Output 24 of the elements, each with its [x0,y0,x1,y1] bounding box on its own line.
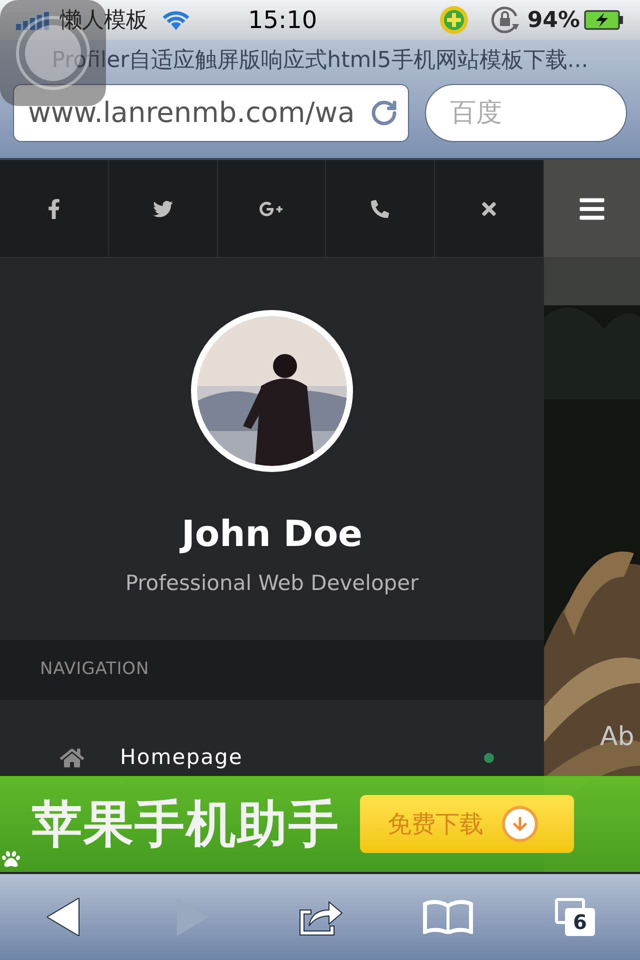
profile-role: Professional Web Developer [125,570,419,597]
rotation-lock-icon [489,4,522,36]
navigation-heading: NAVIGATION [40,658,150,682]
profile-name: John Doe [182,513,362,557]
phone-icon [371,200,390,218]
home-icon [60,746,84,770]
reload-icon[interactable] [370,99,398,127]
battery-icon [584,10,624,30]
ad-title: 苹果手机助手 [32,794,340,854]
signal-icon [16,10,52,30]
tab-count: 6 [565,908,595,936]
paw-icon [2,850,20,868]
carrier-name: 懒人模板 [60,6,148,34]
address-field[interactable]: www.lanrenmb.com/wa [13,84,409,142]
clock-time: 15:10 [248,5,318,36]
nav-label: Homepage [120,744,244,772]
section-title: Ab [600,721,634,754]
menu-button[interactable] [544,160,640,258]
twitter-icon [152,198,173,218]
tabs-button[interactable]: 6 [512,874,640,960]
download-icon [502,806,538,842]
battery-percent: 94% [527,6,580,34]
search-field[interactable]: 百度 [425,84,627,142]
plus-badge-icon [439,5,470,35]
